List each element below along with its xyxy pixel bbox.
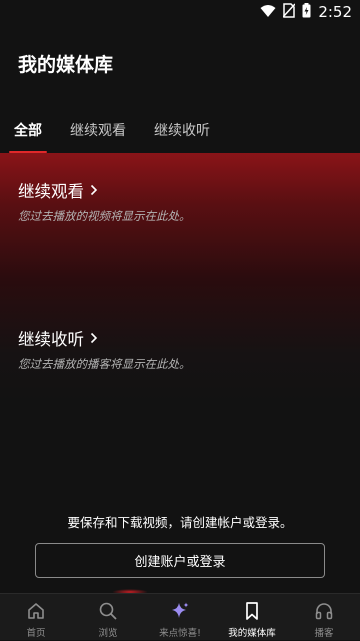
- status-bar: 2:52: [0, 0, 360, 24]
- continue-listening-section: 继续收听 您过去播放的播客将显示在此处。: [18, 326, 191, 372]
- nav-browse[interactable]: 浏览: [72, 594, 144, 641]
- search-icon: [98, 601, 118, 621]
- tab-bar: 全部 继续观看 继续收听: [0, 118, 360, 154]
- nav-browse-label: 浏览: [98, 628, 118, 639]
- continue-listening-title: 继续收听: [18, 330, 84, 349]
- nav-library[interactable]: 我的媒体库: [216, 594, 288, 641]
- tab-continue-listening[interactable]: 继续收听: [154, 118, 210, 152]
- create-account-button-label: 创建账户或登录: [134, 555, 226, 570]
- nav-surprise[interactable]: 来点惊喜!: [144, 594, 216, 641]
- continue-watching-subtitle: 您过去播放的视频将显示在此处。: [18, 209, 191, 223]
- tab-all[interactable]: 全部: [14, 118, 42, 152]
- signin-prompt: 要保存和下载视频，请创建帐户或登录。: [67, 515, 293, 530]
- nav-home-label: 首页: [26, 628, 46, 639]
- chevron-right-icon: [90, 181, 98, 200]
- chevron-right-icon: [90, 329, 98, 348]
- nav-podcasts[interactable]: 播客: [288, 594, 360, 641]
- nav-podcasts-label: 播客: [314, 628, 334, 639]
- continue-watching-section: 继续观看 您过去播放的视频将显示在此处。: [18, 178, 191, 224]
- nav-surprise-label: 来点惊喜!: [159, 628, 201, 639]
- home-icon: [26, 601, 46, 621]
- create-account-button[interactable]: 创建账户或登录: [35, 543, 325, 578]
- tab-continue-watching[interactable]: 继续观看: [70, 118, 126, 152]
- wifi-icon: [260, 3, 276, 22]
- page-title: 我的媒体库: [18, 54, 114, 76]
- continue-watching-link[interactable]: 继续观看: [18, 178, 191, 202]
- status-time: 2:52: [318, 3, 352, 21]
- nav-home[interactable]: 首页: [0, 594, 72, 641]
- headphones-icon: [314, 601, 334, 621]
- bookmark-icon: [242, 601, 262, 621]
- no-sim-icon: [282, 2, 296, 22]
- battery-icon: [302, 2, 311, 22]
- continue-watching-title: 继续观看: [18, 182, 84, 201]
- continue-listening-link[interactable]: 继续收听: [18, 326, 191, 350]
- sparkle-icon: [170, 601, 190, 621]
- nav-library-label: 我的媒体库: [228, 628, 276, 639]
- bottom-nav: 首页 浏览 来点惊喜! 我的媒体库 播客: [0, 593, 360, 640]
- continue-listening-subtitle: 您过去播放的播客将显示在此处。: [18, 357, 191, 371]
